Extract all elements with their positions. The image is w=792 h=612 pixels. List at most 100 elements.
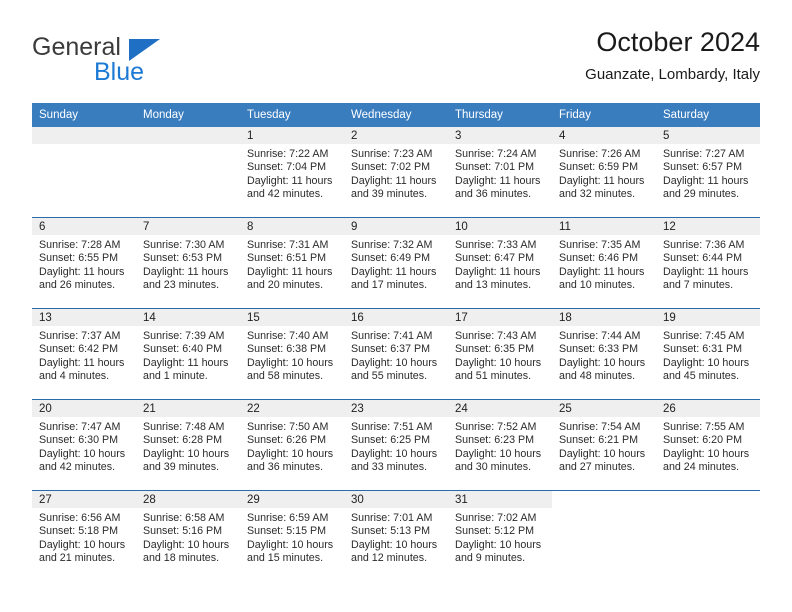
sunrise-text: Sunrise: 7:50 AM (247, 421, 329, 433)
sunrise-text: Sunrise: 7:40 AM (247, 330, 329, 342)
day-cell-inner (656, 491, 760, 581)
page-subtitle: Guanzate, Lombardy, Italy (585, 66, 760, 83)
day-number: 7 (136, 218, 240, 235)
sunset-text: Sunset: 6:20 PM (663, 434, 743, 447)
day-number: 27 (32, 491, 136, 508)
calendar-day-cell[interactable]: 26 Sunrise: 7:55 AM Sunset: 6:20 PM Dayligh… (656, 399, 760, 491)
daylight-text-line2: and 15 minutes. (247, 552, 324, 565)
daylight-text-line2: and 29 minutes. (663, 188, 740, 201)
calendar-day-cell[interactable]: 14 Sunrise: 7:39 AM Sunset: 6:40 PM Dayligh… (136, 308, 240, 400)
day-cell-inner: 10 Sunrise: 7:33 AM Sunset: 6:47 PM Dayligh… (448, 218, 552, 308)
calendar-day-cell[interactable]: 17 Sunrise: 7:43 AM Sunset: 6:35 PM Dayligh… (448, 308, 552, 400)
calendar-day-cell[interactable]: 8 Sunrise: 7:31 AM Sunset: 6:51 PM Daylight… (240, 217, 344, 309)
calendar-day-cell[interactable]: 12 Sunrise: 7:36 AM Sunset: 6:44 PM Dayligh… (656, 217, 760, 309)
day-number: 12 (656, 218, 760, 235)
calendar-day-cell[interactable]: 31 Sunrise: 7:02 AM Sunset: 5:12 PM Dayligh… (448, 490, 552, 581)
day-cell-inner: 21 Sunrise: 7:48 AM Sunset: 6:28 PM Dayligh… (136, 400, 240, 490)
daylight-text-line2: and 33 minutes. (351, 461, 428, 474)
daylight-text-line2: and 51 minutes. (455, 370, 532, 383)
day-number: 18 (552, 309, 656, 326)
day-number: 31 (448, 491, 552, 508)
day-number: 24 (448, 400, 552, 417)
calendar-day-cell[interactable]: 9 Sunrise: 7:32 AM Sunset: 6:49 PM Daylight… (344, 217, 448, 309)
sunset-text: Sunset: 6:21 PM (559, 434, 639, 447)
daylight-text-line1: Daylight: 11 hours (143, 265, 229, 278)
daylight-text-line1: Daylight: 11 hours (559, 174, 645, 187)
day-number: 16 (344, 309, 448, 326)
sunset-text: Sunset: 6:23 PM (455, 434, 535, 447)
day-details: Sunrise: 7:32 AM Sunset: 6:49 PM Daylight:… (344, 235, 448, 293)
calendar-day-cell[interactable]: 22 Sunrise: 7:50 AM Sunset: 6:26 PM Dayligh… (240, 399, 344, 491)
calendar-day-cell[interactable]: 18 Sunrise: 7:44 AM Sunset: 6:33 PM Dayligh… (552, 308, 656, 400)
sunrise-text: Sunrise: 7:55 AM (663, 421, 745, 433)
daylight-text-line2: and 42 minutes. (247, 188, 324, 201)
day-details: Sunrise: 7:50 AM Sunset: 6:26 PM Daylight:… (240, 417, 344, 475)
calendar-day-cell[interactable]: 4 Sunrise: 7:26 AM Sunset: 6:59 PM Daylight… (552, 127, 656, 218)
sunrise-text: Sunrise: 7:52 AM (455, 421, 537, 433)
sunset-text: Sunset: 5:15 PM (247, 525, 327, 538)
calendar-day-cell[interactable]: 2 Sunrise: 7:23 AM Sunset: 7:02 PM Daylight… (344, 127, 448, 218)
sunrise-text: Sunrise: 7:26 AM (559, 148, 641, 160)
sunset-text: Sunset: 6:26 PM (247, 434, 327, 447)
daylight-text-line2: and 12 minutes. (351, 552, 428, 565)
calendar-day-cell[interactable]: 1 Sunrise: 7:22 AM Sunset: 7:04 PM Daylight… (240, 127, 344, 218)
calendar-day-cell[interactable]: 21 Sunrise: 7:48 AM Sunset: 6:28 PM Dayligh… (136, 399, 240, 491)
calendar-day-cell[interactable]: 19 Sunrise: 7:45 AM Sunset: 6:31 PM Dayligh… (656, 308, 760, 400)
daylight-text-line2: and 45 minutes. (663, 370, 740, 383)
calendar-day-cell[interactable]: 3 Sunrise: 7:24 AM Sunset: 7:01 PM Daylight… (448, 127, 552, 218)
sunset-text: Sunset: 7:04 PM (247, 161, 327, 174)
calendar-day-cell[interactable]: 29 Sunrise: 6:59 AM Sunset: 5:15 PM Dayligh… (240, 490, 344, 581)
day-details: Sunrise: 6:58 AM Sunset: 5:16 PM Daylight:… (136, 508, 240, 566)
calendar-day-cell[interactable]: 16 Sunrise: 7:41 AM Sunset: 6:37 PM Dayligh… (344, 308, 448, 400)
day-cell-inner: 31 Sunrise: 7:02 AM Sunset: 5:12 PM Dayligh… (448, 491, 552, 581)
daylight-text-line1: Daylight: 11 hours (39, 265, 125, 278)
sunset-text: Sunset: 6:28 PM (143, 434, 223, 447)
sunrise-text: Sunrise: 6:59 AM (247, 512, 329, 524)
calendar-day-cell[interactable]: 20 Sunrise: 7:47 AM Sunset: 6:30 PM Dayligh… (32, 399, 136, 491)
calendar-week-row: 1 Sunrise: 7:22 AM Sunset: 7:04 PM Daylight… (32, 127, 760, 218)
calendar-day-cell[interactable]: 27 Sunrise: 6:56 AM Sunset: 5:18 PM Dayligh… (32, 490, 136, 581)
day-number (136, 127, 240, 144)
daylight-text-line2: and 20 minutes. (247, 279, 324, 292)
calendar-day-cell[interactable]: 6 Sunrise: 7:28 AM Sunset: 6:55 PM Daylight… (32, 217, 136, 309)
daylight-text-line1: Daylight: 11 hours (351, 174, 437, 187)
day-number: 4 (552, 127, 656, 144)
sunrise-text: Sunrise: 7:01 AM (351, 512, 433, 524)
daylight-text-line1: Daylight: 10 hours (455, 447, 542, 460)
daylight-text-line1: Daylight: 11 hours (143, 356, 229, 369)
sunrise-text: Sunrise: 7:41 AM (351, 330, 433, 342)
sunrise-text: Sunrise: 7:47 AM (39, 421, 121, 433)
day-details: Sunrise: 7:47 AM Sunset: 6:30 PM Daylight:… (32, 417, 136, 475)
calendar-day-cell[interactable]: 13 Sunrise: 7:37 AM Sunset: 6:42 PM Dayligh… (32, 308, 136, 400)
calendar-day-cell[interactable]: 11 Sunrise: 7:35 AM Sunset: 6:46 PM Dayligh… (552, 217, 656, 309)
daylight-text-line1: Daylight: 11 hours (247, 265, 333, 278)
daylight-text-line1: Daylight: 10 hours (39, 538, 126, 551)
calendar-day-cell[interactable]: 10 Sunrise: 7:33 AM Sunset: 6:47 PM Dayligh… (448, 217, 552, 309)
day-details: Sunrise: 7:52 AM Sunset: 6:23 PM Daylight:… (448, 417, 552, 475)
sunrise-text: Sunrise: 7:35 AM (559, 239, 641, 251)
calendar-day-cell[interactable]: 15 Sunrise: 7:40 AM Sunset: 6:38 PM Dayligh… (240, 308, 344, 400)
daylight-text-line1: Daylight: 10 hours (247, 356, 334, 369)
calendar-day-cell[interactable]: 28 Sunrise: 6:58 AM Sunset: 5:16 PM Dayligh… (136, 490, 240, 581)
day-details: Sunrise: 7:28 AM Sunset: 6:55 PM Daylight:… (32, 235, 136, 293)
daylight-text-line2: and 55 minutes. (351, 370, 428, 383)
sunset-text: Sunset: 6:57 PM (663, 161, 743, 174)
day-details: Sunrise: 6:59 AM Sunset: 5:15 PM Daylight:… (240, 508, 344, 566)
day-cell-inner: 1 Sunrise: 7:22 AM Sunset: 7:04 PM Daylight… (240, 127, 344, 217)
sunset-text: Sunset: 7:01 PM (455, 161, 535, 174)
calendar-day-cell[interactable]: 25 Sunrise: 7:54 AM Sunset: 6:21 PM Dayligh… (552, 399, 656, 491)
daylight-text-line2: and 21 minutes. (39, 552, 116, 565)
sunrise-text: Sunrise: 7:44 AM (559, 330, 641, 342)
sunset-text: Sunset: 6:35 PM (455, 343, 535, 356)
daylight-text-line1: Daylight: 10 hours (559, 447, 646, 460)
day-details: Sunrise: 7:40 AM Sunset: 6:38 PM Daylight:… (240, 326, 344, 384)
calendar-day-cell[interactable]: 24 Sunrise: 7:52 AM Sunset: 6:23 PM Dayligh… (448, 399, 552, 491)
calendar-day-cell[interactable]: 7 Sunrise: 7:30 AM Sunset: 6:53 PM Daylight… (136, 217, 240, 309)
sunset-text: Sunset: 6:44 PM (663, 252, 743, 265)
calendar-day-cell[interactable]: 30 Sunrise: 7:01 AM Sunset: 5:13 PM Dayligh… (344, 490, 448, 581)
calendar-day-cell[interactable]: 23 Sunrise: 7:51 AM Sunset: 6:25 PM Dayligh… (344, 399, 448, 491)
calendar-day-cell[interactable]: 5 Sunrise: 7:27 AM Sunset: 6:57 PM Daylight… (656, 127, 760, 218)
daylight-text-line2: and 39 minutes. (143, 461, 220, 474)
weekday-header-sunday: Sunday (32, 103, 136, 127)
day-details: Sunrise: 7:41 AM Sunset: 6:37 PM Daylight:… (344, 326, 448, 384)
